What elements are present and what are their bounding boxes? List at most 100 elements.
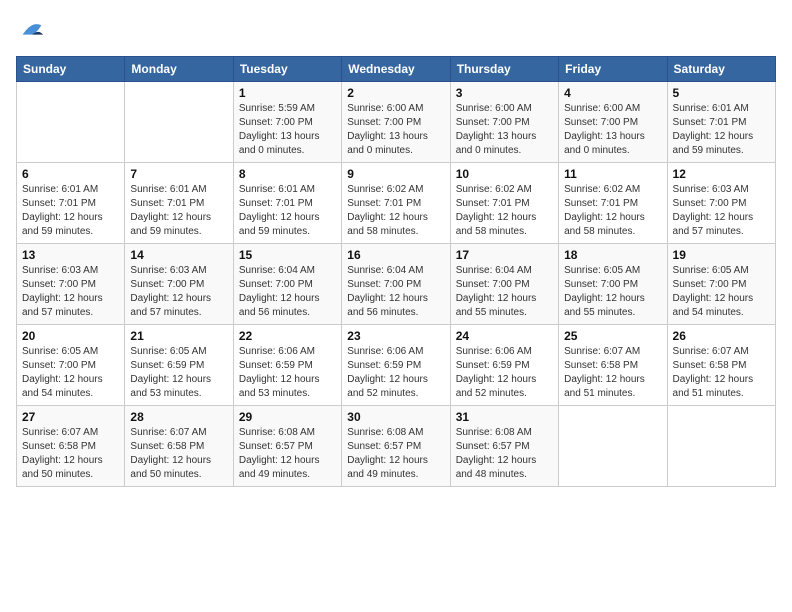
day-cell: 29Sunrise: 6:08 AM Sunset: 6:57 PM Dayli… bbox=[233, 406, 341, 487]
day-header-wednesday: Wednesday bbox=[342, 57, 450, 82]
day-number: 11 bbox=[564, 167, 661, 181]
day-cell: 25 Sunrise: 6:07 AM Sunset: 6:58 PM Dayli… bbox=[559, 325, 667, 406]
day-info: Sunrise: 6:03 AM Sunset: 7:00 PM Dayligh… bbox=[22, 264, 119, 320]
day-info: Sunrise: 6:02 AM Sunset: 7:01 PM Dayligh… bbox=[456, 183, 553, 239]
day-info: Sunrise: 6:04 AM Sunset: 7:00 PM Dayligh… bbox=[239, 264, 336, 320]
day-cell: 21Sunrise: 6:05 AM Sunset: 6:59 PM Dayli… bbox=[125, 325, 233, 406]
day-info: Sunrise: 6:05 AM Sunset: 7:00 PM Dayligh… bbox=[673, 264, 770, 320]
day-cell: 26Sunrise: 6:07 AM Sunset: 6:58 PM Dayli… bbox=[667, 325, 775, 406]
day-number: 3 bbox=[456, 86, 553, 100]
day-number: 22 bbox=[239, 329, 336, 343]
page-header bbox=[16, 16, 776, 44]
day-cell: 24 Sunrise: 6:06 AM Sunset: 6:59 PM Dayli… bbox=[450, 325, 558, 406]
day-cell: 31 Sunrise: 6:08 AM Sunset: 6:57 PM Dayli… bbox=[450, 406, 558, 487]
day-cell: 4 Sunrise: 6:00 AM Sunset: 7:00 PM Daylig… bbox=[559, 82, 667, 163]
day-info: Sunrise: 6:07 AM Sunset: 6:58 PM Dayligh… bbox=[564, 345, 661, 401]
day-number: 6 bbox=[22, 167, 119, 181]
day-info: Sunrise: 6:01 AM Sunset: 7:01 PM Dayligh… bbox=[22, 183, 119, 239]
day-number: 4 bbox=[564, 86, 661, 100]
day-number: 10 bbox=[456, 167, 553, 181]
day-number: 1 bbox=[239, 86, 336, 100]
day-cell bbox=[17, 82, 125, 163]
day-cell: 5 Sunrise: 6:01 AM Sunset: 7:01 PM Daylig… bbox=[667, 82, 775, 163]
day-info: Sunrise: 6:06 AM Sunset: 6:59 PM Dayligh… bbox=[456, 345, 553, 401]
day-number: 27 bbox=[22, 410, 119, 424]
day-cell: 12Sunrise: 6:03 AM Sunset: 7:00 PM Dayli… bbox=[667, 163, 775, 244]
week-row-5: 27 Sunrise: 6:07 AM Sunset: 6:58 PM Dayli… bbox=[17, 406, 776, 487]
day-number: 26 bbox=[673, 329, 770, 343]
day-number: 13 bbox=[22, 248, 119, 262]
day-info: Sunrise: 6:00 AM Sunset: 7:00 PM Dayligh… bbox=[347, 102, 444, 158]
day-cell: 7Sunrise: 6:01 AM Sunset: 7:01 PM Daylig… bbox=[125, 163, 233, 244]
day-header-friday: Friday bbox=[559, 57, 667, 82]
day-cell: 28Sunrise: 6:07 AM Sunset: 6:58 PM Dayli… bbox=[125, 406, 233, 487]
day-cell: 9 Sunrise: 6:02 AM Sunset: 7:01 PM Daylig… bbox=[342, 163, 450, 244]
day-number: 9 bbox=[347, 167, 444, 181]
day-cell: 6 Sunrise: 6:01 AM Sunset: 7:01 PM Daylig… bbox=[17, 163, 125, 244]
day-number: 24 bbox=[456, 329, 553, 343]
day-number: 14 bbox=[130, 248, 227, 262]
day-cell: 16 Sunrise: 6:04 AM Sunset: 7:00 PM Dayli… bbox=[342, 244, 450, 325]
day-info: Sunrise: 6:04 AM Sunset: 7:00 PM Dayligh… bbox=[456, 264, 553, 320]
day-number: 2 bbox=[347, 86, 444, 100]
day-number: 19 bbox=[673, 248, 770, 262]
day-number: 25 bbox=[564, 329, 661, 343]
day-cell: 1Sunrise: 5:59 AM Sunset: 7:00 PM Daylig… bbox=[233, 82, 341, 163]
day-number: 18 bbox=[564, 248, 661, 262]
day-header-sunday: Sunday bbox=[17, 57, 125, 82]
day-number: 17 bbox=[456, 248, 553, 262]
day-info: Sunrise: 6:00 AM Sunset: 7:00 PM Dayligh… bbox=[564, 102, 661, 158]
day-cell: 15Sunrise: 6:04 AM Sunset: 7:00 PM Dayli… bbox=[233, 244, 341, 325]
day-info: Sunrise: 6:08 AM Sunset: 6:57 PM Dayligh… bbox=[456, 426, 553, 482]
day-cell: 17 Sunrise: 6:04 AM Sunset: 7:00 PM Dayli… bbox=[450, 244, 558, 325]
days-of-week-row: SundayMondayTuesdayWednesdayThursdayFrid… bbox=[17, 57, 776, 82]
day-cell bbox=[125, 82, 233, 163]
day-header-saturday: Saturday bbox=[667, 57, 775, 82]
day-info: Sunrise: 6:06 AM Sunset: 6:59 PM Dayligh… bbox=[347, 345, 444, 401]
day-cell: 3 Sunrise: 6:00 AM Sunset: 7:00 PM Daylig… bbox=[450, 82, 558, 163]
day-info: Sunrise: 6:07 AM Sunset: 6:58 PM Dayligh… bbox=[22, 426, 119, 482]
logo-icon bbox=[18, 16, 46, 44]
day-cell: 27 Sunrise: 6:07 AM Sunset: 6:58 PM Dayli… bbox=[17, 406, 125, 487]
day-cell: 19 Sunrise: 6:05 AM Sunset: 7:00 PM Dayli… bbox=[667, 244, 775, 325]
day-number: 29 bbox=[239, 410, 336, 424]
day-info: Sunrise: 6:03 AM Sunset: 7:00 PM Dayligh… bbox=[130, 264, 227, 320]
week-row-2: 6 Sunrise: 6:01 AM Sunset: 7:01 PM Daylig… bbox=[17, 163, 776, 244]
day-cell: 18 Sunrise: 6:05 AM Sunset: 7:00 PM Dayli… bbox=[559, 244, 667, 325]
day-number: 8 bbox=[239, 167, 336, 181]
week-row-1: 1Sunrise: 5:59 AM Sunset: 7:00 PM Daylig… bbox=[17, 82, 776, 163]
day-header-monday: Monday bbox=[125, 57, 233, 82]
day-header-tuesday: Tuesday bbox=[233, 57, 341, 82]
day-info: Sunrise: 6:04 AM Sunset: 7:00 PM Dayligh… bbox=[347, 264, 444, 320]
calendar-table: SundayMondayTuesdayWednesdayThursdayFrid… bbox=[16, 56, 776, 487]
day-cell bbox=[559, 406, 667, 487]
week-row-4: 20 Sunrise: 6:05 AM Sunset: 7:00 PM Dayli… bbox=[17, 325, 776, 406]
day-cell: 23 Sunrise: 6:06 AM Sunset: 6:59 PM Dayli… bbox=[342, 325, 450, 406]
day-cell: 11Sunrise: 6:02 AM Sunset: 7:01 PM Dayli… bbox=[559, 163, 667, 244]
day-number: 23 bbox=[347, 329, 444, 343]
day-info: Sunrise: 6:01 AM Sunset: 7:01 PM Dayligh… bbox=[239, 183, 336, 239]
day-number: 30 bbox=[347, 410, 444, 424]
day-info: Sunrise: 6:01 AM Sunset: 7:01 PM Dayligh… bbox=[130, 183, 227, 239]
day-info: Sunrise: 6:08 AM Sunset: 6:57 PM Dayligh… bbox=[347, 426, 444, 482]
day-number: 20 bbox=[22, 329, 119, 343]
day-info: Sunrise: 6:00 AM Sunset: 7:00 PM Dayligh… bbox=[456, 102, 553, 158]
day-info: Sunrise: 6:01 AM Sunset: 7:01 PM Dayligh… bbox=[673, 102, 770, 158]
day-cell: 2 Sunrise: 6:00 AM Sunset: 7:00 PM Daylig… bbox=[342, 82, 450, 163]
day-number: 28 bbox=[130, 410, 227, 424]
week-row-3: 13 Sunrise: 6:03 AM Sunset: 7:00 PM Dayli… bbox=[17, 244, 776, 325]
day-cell: 22Sunrise: 6:06 AM Sunset: 6:59 PM Dayli… bbox=[233, 325, 341, 406]
day-info: Sunrise: 6:05 AM Sunset: 7:00 PM Dayligh… bbox=[564, 264, 661, 320]
day-cell: 20 Sunrise: 6:05 AM Sunset: 7:00 PM Dayli… bbox=[17, 325, 125, 406]
logo bbox=[16, 16, 46, 44]
day-number: 12 bbox=[673, 167, 770, 181]
day-number: 5 bbox=[673, 86, 770, 100]
day-number: 31 bbox=[456, 410, 553, 424]
day-cell: 14 Sunrise: 6:03 AM Sunset: 7:00 PM Dayli… bbox=[125, 244, 233, 325]
day-number: 16 bbox=[347, 248, 444, 262]
day-cell: 30 Sunrise: 6:08 AM Sunset: 6:57 PM Dayli… bbox=[342, 406, 450, 487]
day-number: 21 bbox=[130, 329, 227, 343]
day-info: Sunrise: 6:02 AM Sunset: 7:01 PM Dayligh… bbox=[347, 183, 444, 239]
day-info: Sunrise: 6:05 AM Sunset: 7:00 PM Dayligh… bbox=[22, 345, 119, 401]
day-cell: 13 Sunrise: 6:03 AM Sunset: 7:00 PM Dayli… bbox=[17, 244, 125, 325]
